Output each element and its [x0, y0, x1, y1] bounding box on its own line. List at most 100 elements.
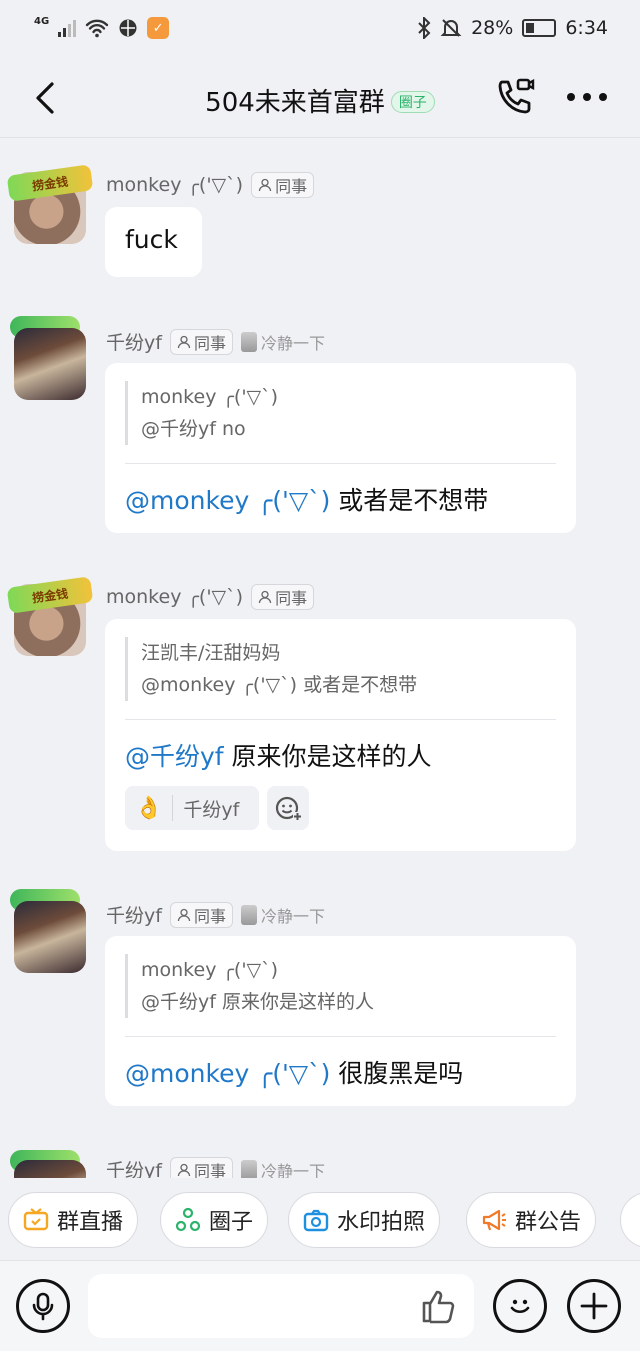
status-text: 冷静一下: [260, 906, 325, 926]
cup-icon: [240, 904, 257, 925]
status-text: 冷静一下: [260, 333, 325, 353]
role-badge: 同事: [169, 901, 233, 928]
circle-group-icon: [175, 1207, 201, 1232]
microphone-icon: [32, 1292, 54, 1321]
tv-icon: [23, 1208, 49, 1231]
quoted-message[interactable]: 汪凯丰/汪甜妈妈 @monkey ╭('▽`) 或者是不想带: [125, 637, 556, 701]
person-icon: [177, 335, 191, 348]
battery-percent: 28%: [471, 17, 514, 39]
role-label: 同事: [193, 333, 226, 353]
emoji-button[interactable]: [493, 1279, 547, 1333]
quoted-message[interactable]: monkey ╭('▽`) @千纷yf no: [125, 381, 556, 445]
sender-line: 千纷yf 同事 冷静一下: [106, 1156, 325, 1178]
quote-text: @千纷yf no: [141, 418, 246, 440]
quote-divider: [125, 463, 556, 464]
back-button[interactable]: [28, 78, 68, 118]
smiley-icon: [510, 1299, 530, 1314]
wifi-icon: [85, 19, 109, 38]
vpn-icon: [119, 19, 137, 37]
role-label: 同事: [275, 589, 308, 608]
add-reaction-button[interactable]: [267, 786, 309, 830]
message-text: fuck: [125, 225, 178, 254]
tool-circle[interactable]: 圈子: [160, 1192, 269, 1248]
status-bar: 4G ✓ 28% 6:34: [0, 0, 640, 56]
message-bubble[interactable]: fuck: [105, 207, 202, 277]
message-bubble[interactable]: 汪凯丰/汪甜妈妈 @monkey ╭('▽`) 或者是不想带 @千纷yf 原来你…: [105, 619, 576, 851]
reaction-user: 千纷yf: [183, 798, 240, 821]
sender-name[interactable]: 千纷yf: [106, 328, 162, 355]
avatar[interactable]: [14, 1160, 86, 1178]
quote-text: @千纷yf 原来你是这样的人: [141, 991, 374, 1013]
app-notification-icon: ✓: [147, 17, 170, 39]
person-icon: [258, 178, 272, 192]
role-badge: 同事: [251, 584, 315, 610]
call-button[interactable]: [494, 76, 536, 118]
more-button[interactable]: [562, 80, 612, 114]
cup-icon: [240, 331, 257, 352]
quote-divider: [125, 1036, 556, 1037]
add-emoji-icon: [275, 796, 302, 821]
cup-icon: [240, 1159, 257, 1178]
sender-name[interactable]: monkey ╭('▽`): [106, 174, 243, 196]
message-text: @monkey ╭('▽`) 或者是不想带: [125, 481, 488, 517]
person-icon: [177, 1163, 191, 1176]
role-label: 同事: [193, 906, 226, 926]
group-name: 504未来首富群: [205, 88, 385, 118]
sender-line: monkey ╭('▽`) 同事: [106, 172, 315, 198]
person-icon: [177, 908, 191, 921]
mention-link[interactable]: @monkey ╭('▽`): [125, 1059, 330, 1088]
role-badge: 同事: [251, 172, 315, 198]
tool-group-notice[interactable]: 群公告: [466, 1192, 597, 1248]
tool-label: 群直播: [57, 1210, 124, 1235]
camera-icon: [303, 1209, 329, 1232]
tool-label: 圈子: [209, 1210, 254, 1235]
sender-name[interactable]: 千纷yf: [106, 1156, 162, 1178]
tool-more-partial[interactable]: [620, 1192, 640, 1248]
role-badge: 同事: [169, 1156, 233, 1179]
sender-line: 千纷yf 同事 冷静一下: [106, 328, 325, 355]
message-bubble[interactable]: monkey ╭('▽`) @千纷yf 原来你是这样的人 @monkey ╭('…: [105, 936, 576, 1106]
mute-bell-icon: [440, 19, 462, 37]
sender-name[interactable]: 千纷yf: [106, 901, 162, 928]
user-status: 冷静一下: [240, 903, 325, 927]
message-text: @千纷yf 原来你是这样的人: [125, 737, 432, 773]
quote-author: monkey ╭('▽`): [141, 386, 279, 408]
reaction-chip[interactable]: 👌 千纷yf: [125, 786, 259, 830]
sender-name[interactable]: monkey ╭('▽`): [106, 586, 243, 608]
user-status: 冷静一下: [240, 1158, 325, 1179]
chevron-left-icon: [36, 82, 54, 114]
battery-icon: [522, 19, 557, 37]
circle-tag: 圈子: [390, 91, 435, 113]
more-dots-icon: [567, 93, 607, 101]
sender-line: monkey ╭('▽`) 同事: [106, 584, 315, 610]
message-item: 千纷yf 同事 冷静一下: [0, 1150, 640, 1178]
quote-divider: [125, 719, 556, 720]
add-button[interactable]: [567, 1279, 621, 1333]
message-text: @monkey ╭('▽`) 很腹黑是吗: [125, 1054, 463, 1090]
clock: 6:34: [565, 17, 608, 39]
avatar[interactable]: [14, 328, 86, 400]
quote-text: @monkey ╭('▽`) 或者是不想带: [141, 674, 418, 696]
mention-link[interactable]: @千纷yf: [125, 742, 224, 771]
input-bar: [0, 1260, 640, 1351]
voice-button[interactable]: [16, 1279, 70, 1333]
mention-link[interactable]: @monkey ╭('▽`): [125, 486, 330, 515]
quick-tools-bar: 群直播 圈子 水印拍照 群公告: [0, 1178, 640, 1260]
role-badge: 同事: [169, 328, 233, 355]
avatar[interactable]: [14, 901, 86, 973]
quoted-message[interactable]: monkey ╭('▽`) @千纷yf 原来你是这样的人: [125, 954, 556, 1018]
message-body: 很腹黑是吗: [330, 1059, 464, 1088]
message-input[interactable]: [88, 1274, 474, 1338]
chat-header: 504未来首富群 圈子: [0, 56, 640, 138]
status-text: 冷静一下: [260, 1161, 325, 1179]
tool-group-live[interactable]: 群直播: [8, 1192, 139, 1248]
megaphone-icon: [482, 1209, 506, 1231]
role-label: 同事: [193, 1161, 226, 1179]
message-bubble[interactable]: monkey ╭('▽`) @千纷yf no @monkey ╭('▽`) 或者…: [105, 363, 576, 533]
plus-icon: [580, 1292, 608, 1320]
user-status: 冷静一下: [240, 330, 325, 354]
tool-watermark-camera[interactable]: 水印拍照: [288, 1192, 441, 1248]
tool-label: 群公告: [515, 1210, 582, 1235]
network-type: 4G: [34, 16, 50, 27]
thumbs-up-icon[interactable]: [418, 1286, 458, 1326]
